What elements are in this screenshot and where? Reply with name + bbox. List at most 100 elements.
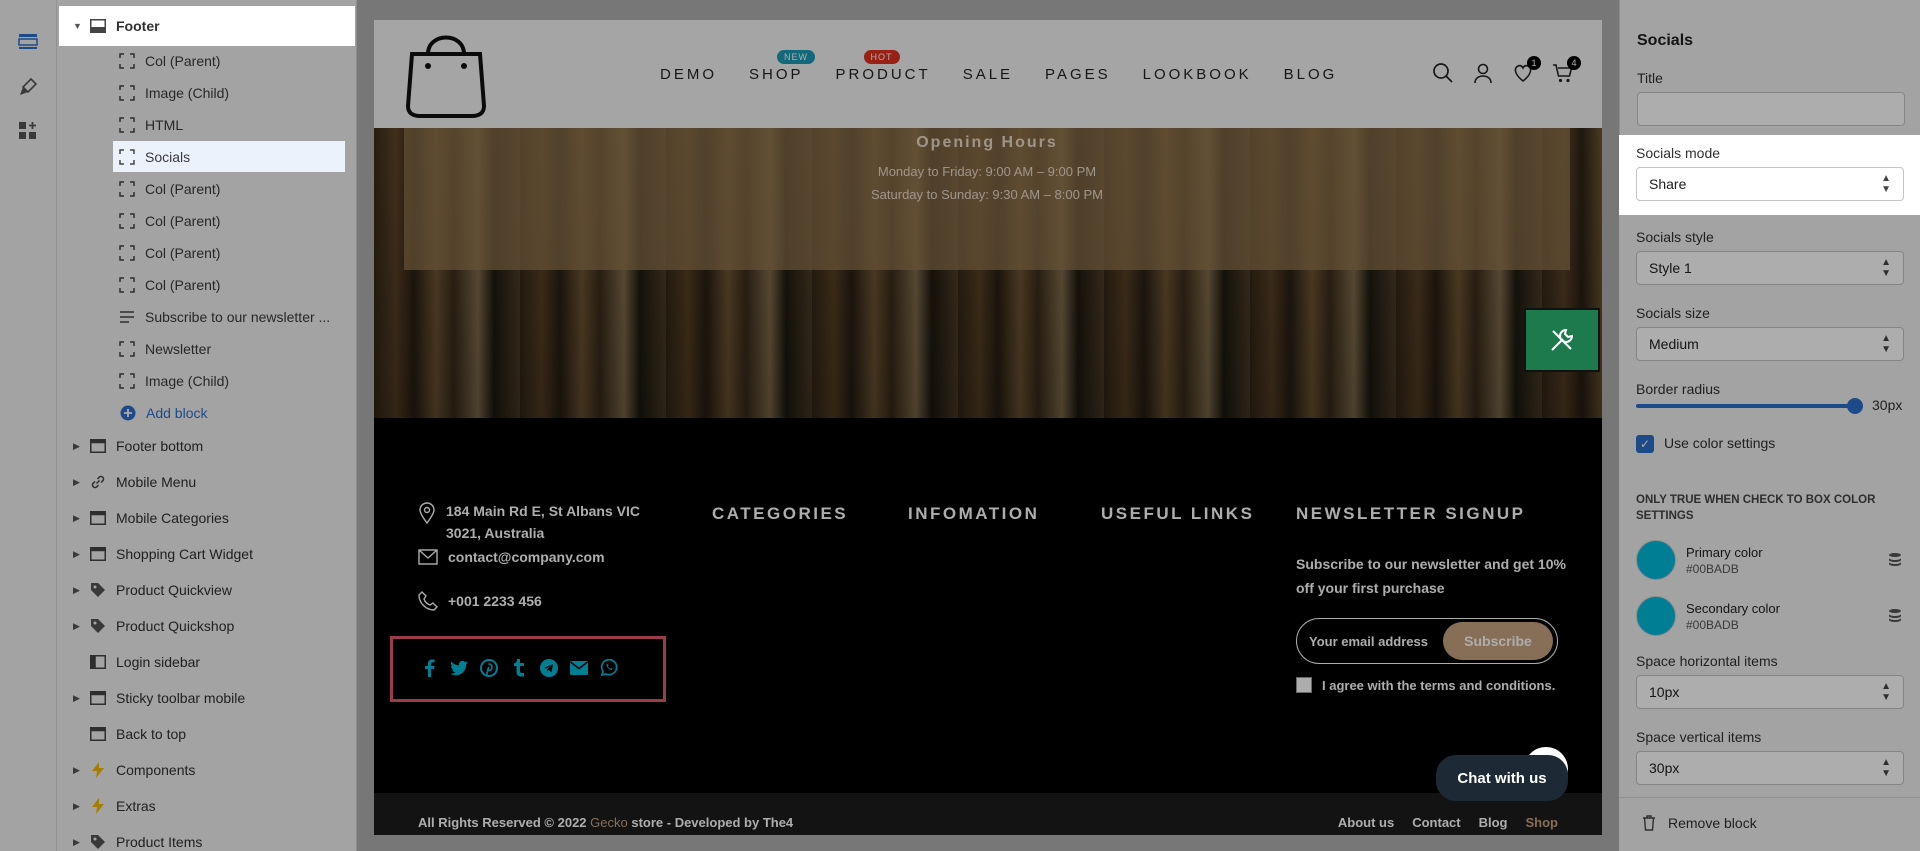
tree-section-item[interactable]: ▶ Product Quickshop xyxy=(73,610,234,642)
tree-block-item[interactable]: Newsletter xyxy=(118,333,211,365)
tree-section-item[interactable]: ▶ Footer bottom xyxy=(73,430,203,462)
caret-right-icon[interactable]: ▶ xyxy=(73,585,83,596)
tree-section-label: Product Quickview xyxy=(116,582,232,598)
tree-block-item[interactable]: Col (Parent) xyxy=(118,269,220,301)
nav-item[interactable]: SHOP NEW xyxy=(749,50,815,83)
newsletter-email-input[interactable]: Your email address xyxy=(1309,634,1428,649)
section-icon xyxy=(89,18,107,34)
address-text: 184 Main Rd E, St Albans VIC 3021, Austr… xyxy=(446,503,640,541)
tools-button[interactable] xyxy=(1524,308,1600,372)
add-block-button[interactable]: Add block xyxy=(119,397,207,429)
sections-icon[interactable] xyxy=(17,30,39,52)
block-frame-icon xyxy=(118,181,136,197)
tree-section-item[interactable]: ▶ Mobile Categories xyxy=(73,502,229,534)
store-logo-bag-icon[interactable] xyxy=(402,28,490,120)
store-header: DEMO SHOP NEW PRODUCT HOT SALE PAGES LOOKBOOK BL… xyxy=(374,20,1602,128)
caret-right-icon[interactable]: ▶ xyxy=(73,477,83,488)
footer-heading-useful-links: USEFUL LINKS xyxy=(1101,504,1255,523)
nav-label: DEMO xyxy=(660,66,717,83)
caret-right-icon[interactable]: ▶ xyxy=(73,513,83,524)
tree-block-item[interactable]: Col (Parent) xyxy=(118,173,220,205)
bottom-links: About us Contact Blog Shop xyxy=(1338,815,1558,830)
tag-icon xyxy=(89,618,107,634)
tree-block-item[interactable]: Col (Parent) xyxy=(118,45,220,77)
tree-section-item[interactable]: ▶ Product Items xyxy=(73,826,202,851)
subscribe-button[interactable]: Subscribe xyxy=(1443,622,1553,660)
nav-item[interactable]: BLOG xyxy=(1284,66,1338,83)
socials-mode-label: Socials mode xyxy=(1636,145,1721,161)
tree-block-socials-active[interactable]: Socials xyxy=(118,141,190,172)
caret-right-icon[interactable]: ▶ xyxy=(73,801,83,812)
chat-with-us-button[interactable]: Chat with us xyxy=(1436,755,1568,801)
tree-block-item[interactable]: Col (Parent) xyxy=(118,237,220,269)
editor-rail xyxy=(0,0,57,851)
theme-settings-brush-icon[interactable] xyxy=(17,76,39,98)
footer-bottom-link[interactable]: Shop xyxy=(1526,815,1559,830)
tree-block-item[interactable]: Col (Parent) xyxy=(118,205,220,237)
tree-section-item[interactable]: ▶ Mobile Menu xyxy=(73,466,196,498)
tree-block-label: Newsletter xyxy=(145,341,212,357)
cart-button[interactable]: 4 xyxy=(1552,56,1581,84)
caret-down-icon: ▼ xyxy=(73,21,82,31)
terms-agree: I agree with the terms and conditions. xyxy=(1296,677,1555,693)
nav-item[interactable]: SALE xyxy=(963,66,1013,83)
main-nav: DEMO SHOP NEW PRODUCT HOT SALE PAGES LOOKBOOK BL… xyxy=(660,50,1369,83)
tree-section-label: Mobile Categories xyxy=(116,510,229,526)
block-frame-icon xyxy=(118,117,136,133)
search-icon[interactable] xyxy=(1432,62,1454,84)
wishlist-button[interactable]: 1 xyxy=(1512,56,1541,84)
caret-right-icon[interactable]: ▶ xyxy=(73,549,83,560)
nav-item[interactable]: LOOKBOOK xyxy=(1143,66,1252,83)
email-text[interactable]: contact@company.com xyxy=(448,546,605,568)
terms-checkbox[interactable] xyxy=(1296,677,1312,693)
footer-bottom-link[interactable]: Blog xyxy=(1479,815,1508,830)
caret-right-icon[interactable]: ▶ xyxy=(73,837,83,848)
tree-section-item[interactable]: Back to top xyxy=(73,718,186,750)
bolt-icon xyxy=(89,798,107,814)
footer-bottom-link[interactable]: About us xyxy=(1338,815,1394,830)
title-label: Title xyxy=(1637,70,1663,86)
account-icon[interactable] xyxy=(1472,62,1494,84)
caret-right-icon[interactable]: ▶ xyxy=(73,765,83,776)
tree-section-footer-active[interactable]: ▼ Footer xyxy=(73,10,160,42)
pinterest-icon[interactable] xyxy=(480,659,498,677)
app-blocks-icon[interactable] xyxy=(17,120,39,142)
tree-block-label: Col (Parent) xyxy=(145,181,221,197)
tree-block-item[interactable]: Image (Child) xyxy=(118,77,229,109)
nav-item[interactable]: PRODUCT HOT xyxy=(836,50,931,83)
tree-block-label: Col (Parent) xyxy=(145,213,221,229)
tree-section-item[interactable]: ▶ Extras xyxy=(73,790,156,822)
tree-block-item[interactable]: Image (Child) xyxy=(118,365,229,397)
footer-heading-newsletter: NEWSLETTER SIGNUP xyxy=(1296,504,1526,523)
tree-section-label: Mobile Menu xyxy=(116,474,197,490)
nav-item[interactable]: DEMO xyxy=(660,66,717,83)
tree-section-item[interactable]: ▶ Shopping Cart Widget xyxy=(73,538,253,570)
nav-label: LOOKBOOK xyxy=(1142,66,1252,83)
tree-section-label: Footer xyxy=(116,18,160,34)
copyright-brand-link[interactable]: Gecko xyxy=(590,815,628,830)
tree-block-item[interactable]: HTML xyxy=(118,109,183,141)
whatsapp-icon[interactable] xyxy=(600,659,618,677)
facebook-icon[interactable] xyxy=(420,659,438,677)
title-input[interactable] xyxy=(1637,92,1905,126)
socials-mode-select[interactable]: Share ▲ ▼ xyxy=(1636,167,1904,201)
hours-weekdays: Monday to Friday: 9:00 AM – 9:00 PM xyxy=(877,164,1097,179)
telegram-icon[interactable] xyxy=(540,659,558,677)
twitter-icon[interactable] xyxy=(450,659,468,677)
caret-right-icon[interactable]: ▶ xyxy=(73,693,83,704)
caret-right-icon[interactable]: ▶ xyxy=(73,441,83,452)
tree-block-item[interactable]: Subscribe to our newsletter ... xyxy=(118,301,330,333)
nav-item[interactable]: PAGES xyxy=(1045,66,1111,83)
tumblr-icon[interactable] xyxy=(510,659,528,677)
tree-section-item[interactable]: ▶ Components xyxy=(73,754,195,786)
footer-bottom-bar: All Rights Reserved © 2022 Gecko store -… xyxy=(374,793,1602,835)
footer-bottom-link[interactable]: Contact xyxy=(1412,815,1460,830)
link-icon xyxy=(89,474,107,490)
tree-section-item[interactable]: Login sidebar xyxy=(73,646,200,678)
newsletter-text: Subscribe to our newsletter and get 10% … xyxy=(1296,556,1566,596)
tree-section-item[interactable]: ▶ Product Quickview xyxy=(73,574,232,606)
email-icon[interactable] xyxy=(570,659,588,677)
tree-section-item[interactable]: ▶ Sticky toolbar mobile xyxy=(73,682,245,714)
caret-right-icon[interactable]: ▶ xyxy=(73,621,83,632)
cart-count: 4 xyxy=(1567,56,1581,70)
